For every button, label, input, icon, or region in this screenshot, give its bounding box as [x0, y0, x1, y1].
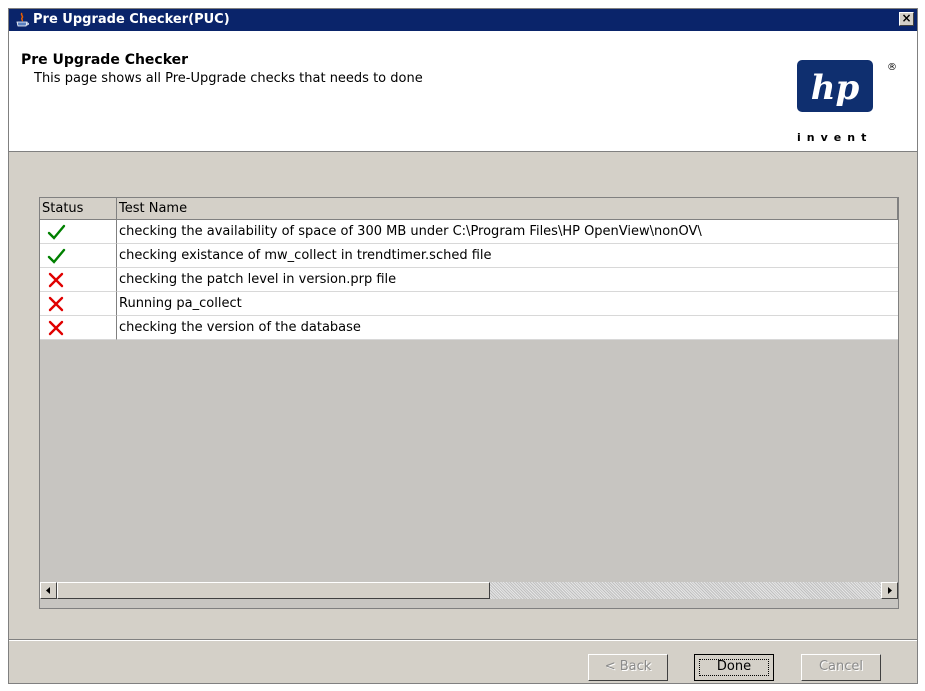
status-cell: [40, 220, 117, 244]
status-cell: [40, 292, 117, 316]
hp-logo: hp ® invent: [797, 48, 901, 160]
java-app-icon: [16, 12, 29, 27]
hp-logo-letters: hp: [811, 68, 860, 108]
hp-logo-mark: hp: [797, 60, 873, 112]
close-icon[interactable]: ×: [899, 12, 914, 26]
status-cell: [40, 268, 117, 292]
column-header-status[interactable]: Status: [40, 198, 117, 220]
table-header: Status Test Name: [40, 198, 898, 220]
page-subtitle: This page shows all Pre-Upgrade checks t…: [34, 71, 423, 86]
table-row[interactable]: checking the availability of space of 30…: [40, 220, 898, 244]
table-row[interactable]: checking existance of mw_collect in tren…: [40, 244, 898, 268]
cancel-button[interactable]: Cancel: [801, 654, 881, 681]
scroll-left-button[interactable]: [40, 582, 57, 599]
test-name-cell: checking the patch level in version.prp …: [117, 268, 898, 292]
test-name-cell: checking the version of the database: [117, 316, 898, 340]
test-name-cell: Running pa_collect: [117, 292, 898, 316]
table-row[interactable]: checking the version of the database: [40, 316, 898, 340]
table-body: checking the availability of space of 30…: [40, 220, 898, 582]
test-name-cell: checking the availability of space of 30…: [117, 220, 898, 244]
cross-icon: [48, 320, 64, 336]
check-icon: [47, 248, 66, 264]
status-cell: [40, 316, 117, 340]
dialog-window: Pre Upgrade Checker(PUC) × Pre Upgrade C…: [8, 8, 918, 684]
scrollbar-thumb[interactable]: [57, 582, 490, 599]
column-header-test-name[interactable]: Test Name: [117, 198, 898, 220]
footer-separator: [9, 639, 917, 641]
table-row[interactable]: checking the patch level in version.prp …: [40, 268, 898, 292]
table-row[interactable]: Running pa_collect: [40, 292, 898, 316]
scroll-right-button[interactable]: [881, 582, 898, 599]
arrow-right-icon: [888, 587, 892, 594]
horizontal-scrollbar[interactable]: [40, 582, 898, 599]
arrow-left-icon: [46, 587, 50, 594]
registered-mark: ®: [887, 62, 897, 73]
focus-rect: [699, 659, 769, 676]
back-button[interactable]: < Back: [588, 654, 668, 681]
page-title: Pre Upgrade Checker: [21, 52, 189, 68]
cross-icon: [48, 272, 64, 288]
hp-tagline: invent: [797, 131, 873, 144]
title-bar[interactable]: Pre Upgrade Checker(PUC) ×: [9, 9, 917, 31]
hp-brand-text: hp: [811, 68, 860, 108]
cross-icon: [48, 296, 64, 312]
check-icon: [47, 224, 66, 240]
done-button[interactable]: Done: [694, 654, 774, 681]
test-name-cell: checking existance of mw_collect in tren…: [117, 244, 898, 268]
status-cell: [40, 244, 117, 268]
checks-table: Status Test Name checking the availabili…: [39, 197, 899, 609]
wizard-header: Pre Upgrade Checker This page shows all …: [9, 31, 917, 152]
window-title: Pre Upgrade Checker(PUC): [33, 12, 230, 27]
